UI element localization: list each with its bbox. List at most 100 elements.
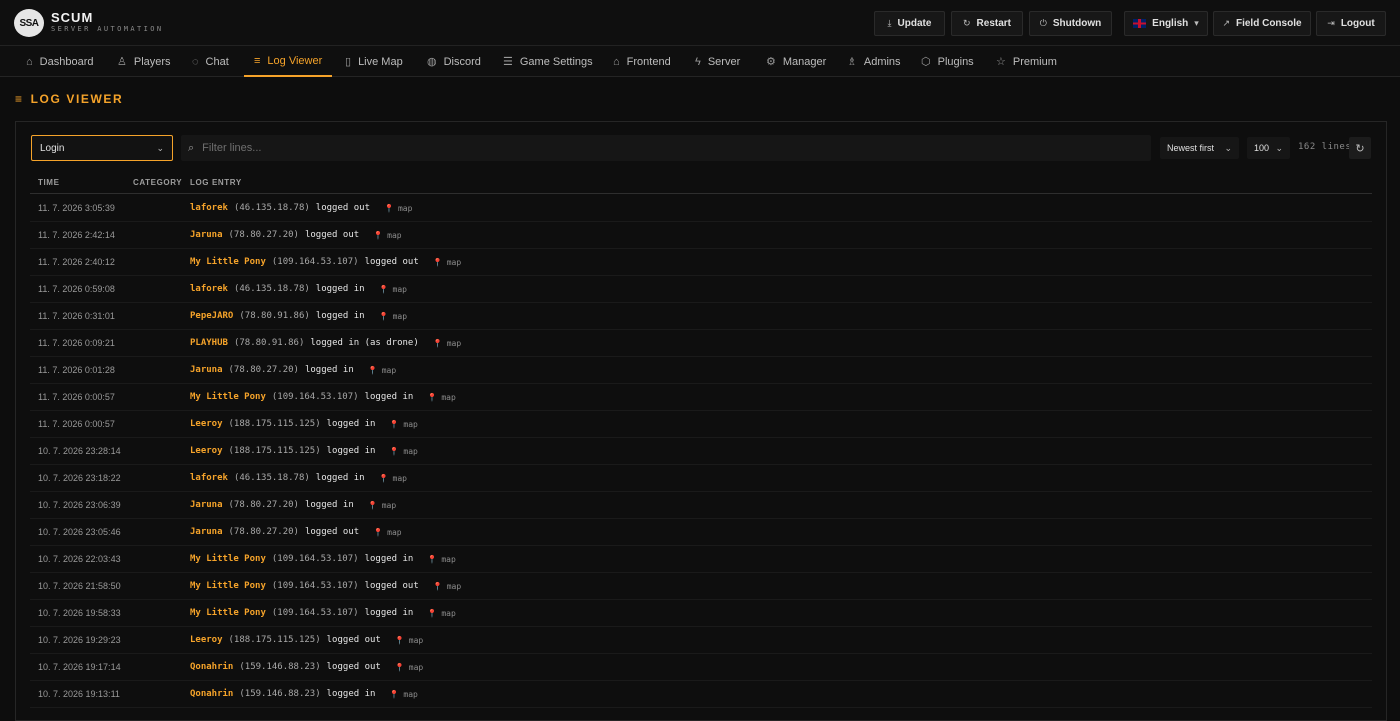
nav-premium[interactable]: ☆ Premium [996, 46, 1057, 77]
player-name[interactable]: Jaruna [190, 500, 223, 510]
player-name[interactable]: Qonahrin [190, 662, 233, 672]
map-link[interactable]: map [387, 231, 401, 240]
nav-manager[interactable]: ⚙ Manager [766, 46, 826, 77]
row-time: 11. 7. 2026 2:40:12 [38, 257, 115, 267]
header-category[interactable]: CATEGORY [133, 178, 182, 187]
nav-live-map[interactable]: ▯ Live Map [345, 46, 403, 77]
refresh-button[interactable]: ↻ [1349, 137, 1371, 159]
map-link[interactable]: map [447, 582, 461, 591]
map-link[interactable]: map [447, 339, 461, 348]
map-link[interactable]: map [441, 393, 455, 402]
field-console-button[interactable]: ↗ Field Console [1213, 11, 1311, 36]
player-name[interactable]: Jaruna [190, 527, 223, 537]
player-name[interactable]: PLAYHUB [190, 338, 228, 348]
nav-game-settings[interactable]: ☰ Game Settings [503, 46, 593, 77]
map-pin-icon[interactable]: 📍 [433, 339, 443, 348]
table-row: 10. 7. 2026 22:03:43 My Little Pony (109.1… [30, 546, 1372, 573]
row-time: 11. 7. 2026 0:00:57 [38, 419, 115, 429]
map-link[interactable]: map [382, 366, 396, 375]
map-link[interactable]: map [403, 690, 417, 699]
player-name[interactable]: Jaruna [190, 230, 223, 240]
map-pin-icon[interactable]: 📍 [433, 582, 443, 591]
player-name[interactable]: PepeJARO [190, 311, 233, 321]
player-name[interactable]: Leeroy [190, 635, 223, 645]
map-pin-icon[interactable]: 📍 [389, 447, 399, 456]
log-action: logged out [304, 230, 360, 240]
nav-frontend[interactable]: ⌂ Frontend [613, 46, 671, 77]
player-name[interactable]: My Little Pony [190, 581, 266, 591]
chevron-down-icon: ⌄ [1275, 142, 1283, 153]
player-name[interactable]: My Little Pony [190, 608, 266, 618]
map-pin-icon[interactable]: 📍 [373, 231, 383, 240]
limit-select[interactable]: 100 ⌄ [1247, 137, 1290, 159]
map-pin-icon[interactable]: 📍 [427, 393, 437, 402]
map-link[interactable]: map [398, 204, 412, 213]
player-name[interactable]: Leeroy [190, 446, 223, 456]
player-name[interactable]: laforek [190, 473, 228, 483]
nav-dashboard[interactable]: ⌂ Dashboard [26, 46, 93, 77]
shutdown-button[interactable]: ⏻ Shutdown [1029, 11, 1112, 36]
map-link[interactable]: map [441, 609, 455, 618]
map-pin-icon[interactable]: 📍 [368, 501, 378, 510]
update-button[interactable]: ⤓ Update [874, 11, 945, 36]
map-link[interactable]: map [403, 420, 417, 429]
filter-field[interactable]: ⌕ [181, 135, 1151, 161]
map-pin-icon[interactable]: 📍 [389, 690, 399, 699]
map-pin-icon[interactable]: 📍 [427, 609, 437, 618]
row-entry: laforek (46.135.18.78) logged in 📍 map [190, 473, 407, 483]
ssa-logo[interactable]: SSA [14, 9, 44, 37]
map-link[interactable]: map [382, 501, 396, 510]
player-ip: (109.164.53.107) [271, 257, 359, 267]
map-pin-icon[interactable]: 📍 [379, 285, 389, 294]
map-link[interactable]: map [387, 528, 401, 537]
map-link[interactable]: map [409, 663, 423, 672]
nav-admins[interactable]: ♗ Admins [847, 46, 901, 77]
nav-chat[interactable]: ◌ Chat [192, 46, 229, 77]
nav-server[interactable]: ϟ Server [695, 46, 740, 77]
player-name[interactable]: My Little Pony [190, 257, 266, 267]
map-pin-icon[interactable]: 📍 [368, 366, 378, 375]
map-pin-icon[interactable]: 📍 [373, 528, 383, 537]
player-name[interactable]: laforek [190, 284, 228, 294]
map-pin-icon[interactable]: 📍 [427, 555, 437, 564]
player-name[interactable]: My Little Pony [190, 554, 266, 564]
table-row: 10. 7. 2026 23:18:22 laforek (46.135.18.78… [30, 465, 1372, 492]
log-action: logged in [304, 500, 354, 510]
map-pin-icon[interactable]: 📍 [384, 204, 394, 213]
player-name[interactable]: laforek [190, 203, 228, 213]
map-pin-icon[interactable]: 📍 [379, 474, 389, 483]
map-pin-icon[interactable]: 📍 [433, 258, 443, 267]
table-row: 11. 7. 2026 0:00:57 Leeroy (188.175.115.12… [30, 411, 1372, 438]
map-link[interactable]: map [393, 312, 407, 321]
map-pin-icon[interactable]: 📍 [395, 636, 405, 645]
refresh-icon: ↻ [1355, 142, 1365, 155]
map-pin-icon[interactable]: 📍 [389, 420, 399, 429]
player-ip: (188.175.115.125) [228, 635, 321, 645]
map-pin-icon[interactable]: 📍 [379, 312, 389, 321]
map-link[interactable]: map [393, 474, 407, 483]
player-name[interactable]: Leeroy [190, 419, 223, 429]
map-link[interactable]: map [447, 258, 461, 267]
logout-button[interactable]: ⇥ Logout [1316, 11, 1386, 36]
table-row: 10. 7. 2026 19:13:11 Qonahrin (159.146.88.… [30, 681, 1372, 708]
map-link[interactable]: map [403, 447, 417, 456]
nav-discord[interactable]: ◍ Discord [427, 46, 481, 77]
restart-button[interactable]: ↻ Restart [951, 11, 1023, 36]
map-pin-icon[interactable]: 📍 [395, 663, 405, 672]
nav-log-viewer[interactable]: ≡ Log Viewer [244, 46, 333, 77]
player-name[interactable]: My Little Pony [190, 392, 266, 402]
map-link[interactable]: map [393, 285, 407, 294]
map-link[interactable]: map [409, 636, 423, 645]
player-name[interactable]: Jaruna [190, 365, 223, 375]
map-link[interactable]: map [441, 555, 455, 564]
player-ip: (159.146.88.23) [239, 662, 321, 672]
header-log-entry[interactable]: LOG ENTRY [190, 178, 242, 187]
log-type-select[interactable]: Login ⌄ [31, 135, 173, 161]
filter-input[interactable] [202, 142, 1103, 154]
sort-select[interactable]: Newest first ⌄ [1160, 137, 1239, 159]
player-name[interactable]: Qonahrin [190, 689, 233, 699]
nav-players[interactable]: ♙ Players [117, 46, 171, 77]
language-select[interactable]: English ▾ [1124, 11, 1208, 36]
nav-plugins[interactable]: ⬡ Plugins [921, 46, 974, 77]
header-time[interactable]: TIME [38, 178, 60, 187]
